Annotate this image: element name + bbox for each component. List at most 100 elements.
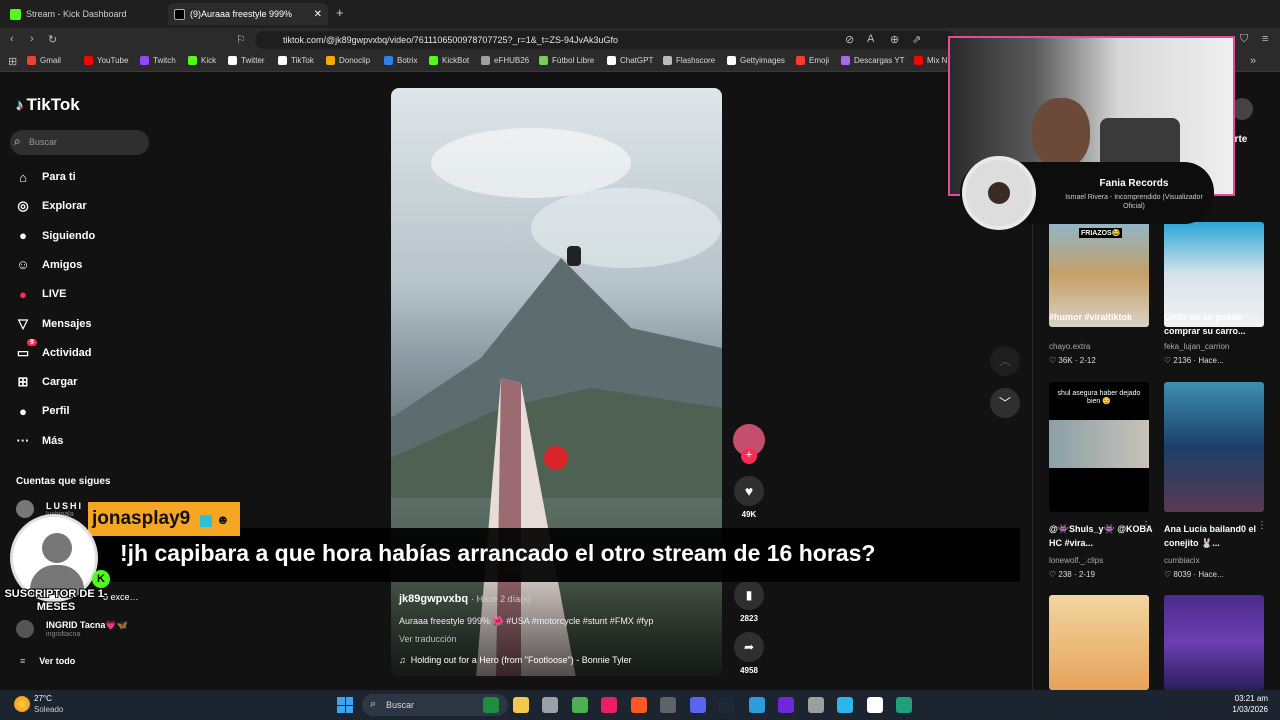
bookmark-item[interactable]: Gettyimages [727,56,785,65]
nav-item[interactable]: ▽ Mensajes [14,313,92,335]
follow-plus-icon[interactable]: + [741,448,757,464]
nav-item[interactable]: ⊞ Cargar [14,371,78,393]
menu-icon[interactable]: ≡ [1262,33,1268,45]
thumbnail-overlay-text: FRIAZOS😂 [1079,228,1123,238]
more-options-icon[interactable]: ⋮ [1257,520,1267,531]
nav-item[interactable]: ● Siguiendo [14,225,95,247]
chrome-icon[interactable] [542,697,558,713]
tiktok-logo[interactable]: ♪ TikTok [16,95,80,115]
reader-icon[interactable]: ⊘ [845,33,854,46]
bookmark-item[interactable]: Descargas YT [841,56,905,65]
tab-kick-dashboard[interactable]: Stream - Kick Dashboard [4,3,164,25]
bookmark-item[interactable]: Donoclip [326,56,370,65]
music-line[interactable]: ♫ Holding out for a Hero (from "Footloos… [399,655,632,665]
video-author[interactable]: jk89gwpvxbq [399,593,468,605]
app-icon[interactable] [571,697,588,713]
photoshop-icon[interactable] [748,697,765,713]
video-thumbnail[interactable] [1164,595,1264,690]
new-tab-icon[interactable]: + [336,5,344,20]
edge-icon[interactable] [896,697,912,713]
bookmark-item[interactable]: Flashscore [663,56,715,65]
video-thumbnail[interactable] [1049,595,1149,690]
card-title[interactable]: Cirilo no se puede comprar su carro... [1164,310,1269,338]
shield-icon[interactable]: ⛉ [1240,33,1248,46]
bookmark-item[interactable]: KickBot [429,56,469,65]
more-options-icon[interactable]: ⋮ [1141,308,1151,319]
widget-app-icon[interactable] [483,697,499,713]
card-title[interactable]: #humor #viraltiktok [1049,310,1154,324]
tab-tiktok-video[interactable]: (9)Auraaa freestyle 999% ✕ [168,3,328,25]
heart-outline-icon: ♡ [1049,570,1059,579]
bookmark-item[interactable]: Twitter [228,56,265,65]
next-video-icon[interactable]: ﹀ [990,388,1020,418]
card-title[interactable]: @👾Shuls_y👾 @KOBA HC #vira... [1049,522,1154,550]
video-author-line[interactable]: jk89gwpvxbq · Hace 2 día(s) [399,593,531,605]
video-player[interactable]: jk89gwpvxbq · Hace 2 día(s) Auraaa frees… [391,88,722,676]
clock-date[interactable]: 1/03/2026 [1220,705,1268,714]
card-user[interactable]: cumbiacix [1164,556,1200,565]
start-button-icon[interactable] [337,697,353,713]
player-icon[interactable] [866,697,883,713]
media-icon[interactable] [660,697,676,713]
translate-link[interactable]: Ver traducción [399,634,457,644]
nav-item[interactable]: ▭ Actividad 9 [14,338,92,364]
following-name[interactable]: o exce… [103,592,139,602]
video-thumbnail[interactable]: shul asegura haber dejado bien 😌 [1049,382,1149,512]
bookmark-item[interactable]: Kick [188,56,216,65]
nav-item[interactable]: ⌂ Para ti [14,166,76,188]
nav-item[interactable]: ◎ Explorar [14,195,86,217]
nav-item[interactable]: ☺ Amigos [14,254,82,276]
zoom-icon[interactable]: ⊕ [890,33,899,46]
bookmark-item[interactable]: eFHUB26 [481,56,529,65]
weather-icon[interactable] [14,696,30,712]
brave-icon[interactable] [630,697,647,713]
bookmark-item[interactable]: ChatGPT [607,56,653,65]
video-thumbnail[interactable] [1164,382,1264,512]
nav-item[interactable]: ● Perfil [14,400,69,422]
following-item[interactable]: INGRID Tacna💗🦋 ingridtacna [16,620,128,638]
see-all-link[interactable]: ≡ Ver todo [20,656,75,666]
bookmarks-overflow-icon[interactable]: » [1250,55,1256,67]
discord-icon[interactable] [689,697,706,713]
forward-icon[interactable]: › [30,33,34,45]
bookmark-label: Emoji [809,56,830,65]
close-tab-icon[interactable]: ✕ [314,9,322,20]
steam-icon[interactable] [719,697,735,713]
previous-video-icon[interactable]: ︿ [990,346,1020,376]
back-icon[interactable]: ‹ [10,33,14,45]
more-options-icon[interactable]: ⋮ [1141,520,1151,531]
share-page-icon[interactable]: ⇗ [912,33,921,46]
premiere-icon[interactable] [778,697,794,713]
settings-icon[interactable] [807,697,824,713]
bookmark-item[interactable]: Fútbol Libre [539,56,594,65]
card-title[interactable]: Ana Lucía bailand0 el conejito 🐰... [1164,522,1269,550]
bookmark-icon[interactable]: ▮ [734,580,764,610]
bookmark-page-icon[interactable]: ⚐ [236,33,246,46]
clock-time[interactable]: 03:21 am [1228,694,1268,703]
like-icon[interactable]: ♥ [734,476,764,506]
file-explorer-icon[interactable] [512,697,529,713]
card-user[interactable]: chayo.extra [1049,342,1090,351]
card-user[interactable]: lonewolf._.clips [1049,556,1103,565]
nav-item[interactable]: ● LIVE [14,283,66,305]
bookmark-item[interactable]: Twitch [140,56,176,65]
more-options-icon[interactable]: ⋮ [1257,308,1267,319]
card-user[interactable]: feka_lujan_carrion [1164,342,1229,351]
bookmark-item[interactable]: YouTube [84,56,128,65]
search-input[interactable]: ⌕ Buscar [10,130,149,155]
translate-icon[interactable]: A [867,33,874,45]
bookmark-item[interactable]: TikTok [278,56,314,65]
save-count: 2823 [740,614,758,623]
notepad-icon[interactable] [837,697,853,713]
apps-grid-icon[interactable]: ⊞ [8,55,17,68]
bookmark-favicon-icon [796,56,805,65]
bookmark-item[interactable]: Botrix [384,56,417,65]
bookmark-item[interactable]: Gmail [27,56,61,65]
bookmark-item[interactable]: Emoji [796,56,829,65]
bookmark-item[interactable]: Mix N [914,56,947,65]
share-icon[interactable]: ➦ [734,632,764,662]
app-icon[interactable] [601,697,617,713]
taskbar-search-label: Buscar [386,700,415,710]
reload-icon[interactable]: ↻ [48,33,57,46]
nav-item[interactable]: ··· Más [14,430,64,452]
